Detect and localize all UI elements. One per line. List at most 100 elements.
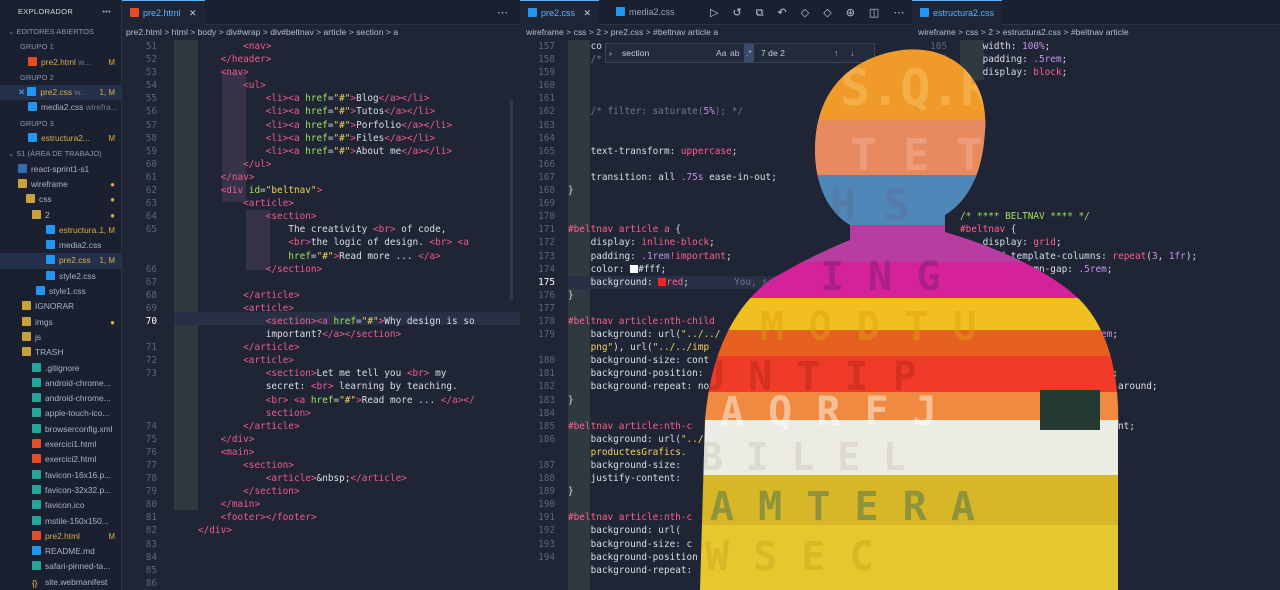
open-editor-estructura2[interactable]: estructura2... M bbox=[0, 131, 121, 146]
tree-item[interactable]: react-sprint1-s1 bbox=[0, 162, 121, 177]
tab-pre2-css[interactable]: pre2.css ✕ bbox=[520, 0, 600, 25]
editor-3-tabbar: estructura2.css bbox=[912, 0, 1280, 25]
arrow-down-icon[interactable]: ↓ bbox=[850, 44, 854, 62]
image-file-icon bbox=[32, 408, 41, 418]
editor-3-pane[interactable]: 105 106 107 width: 100%; padding: .5rem; d… bbox=[912, 40, 1280, 590]
previous-change-icon[interactable]: ↶ bbox=[778, 6, 801, 19]
tree-item[interactable]: favicon-16x16.p... bbox=[0, 468, 121, 483]
sync-icon[interactable]: ⊛ bbox=[846, 6, 869, 19]
open-editor-pre2-css[interactable]: ✕ pre2.css w... 1, M bbox=[0, 85, 121, 101]
line-number: 68 bbox=[145, 289, 157, 301]
match-case-toggle[interactable]: Aa bbox=[716, 44, 727, 62]
file-icon bbox=[32, 423, 41, 433]
line-number: 161 bbox=[538, 93, 555, 105]
arrow-up-icon[interactable]: ↑ bbox=[834, 44, 838, 62]
editor-toolbar[interactable]: ▷↺⧉↶◇◇⊛◫⋯ bbox=[710, 0, 918, 25]
history-icon[interactable]: ↺ bbox=[732, 6, 755, 19]
tree-item[interactable]: exercici2.html bbox=[0, 452, 121, 467]
scrollbar[interactable] bbox=[510, 100, 513, 300]
line-number bbox=[520, 341, 555, 354]
more-actions-icon[interactable]: ⋯ bbox=[497, 0, 508, 25]
tree-item[interactable]: .gitignore bbox=[0, 361, 121, 376]
tree-item[interactable]: favicon.ico bbox=[0, 498, 121, 513]
line-number: 157 bbox=[538, 41, 555, 52]
tree-item[interactable]: 2 ● bbox=[0, 208, 121, 223]
line-number: 76 bbox=[145, 446, 157, 458]
line-number: 83 bbox=[145, 538, 157, 550]
close-icon[interactable]: ✕ bbox=[584, 8, 592, 18]
run-icon[interactable]: ▷ bbox=[710, 6, 732, 19]
git-status-badge: M bbox=[108, 134, 115, 144]
line-number: 106 bbox=[930, 54, 947, 66]
close-icon[interactable]: ✕ bbox=[189, 8, 197, 18]
color-swatch[interactable] bbox=[630, 264, 639, 273]
tree-item-label: pre2.html bbox=[45, 530, 80, 541]
workspace-header[interactable]: ⌄ S1 (ÁREA DE TRABAJO) bbox=[0, 146, 121, 161]
more-actions-icon[interactable]: ••• bbox=[102, 0, 111, 24]
find-input[interactable]: section bbox=[618, 44, 718, 62]
line-number: 162 bbox=[538, 106, 555, 118]
find-widget[interactable]: › section Aa ab .* 7 de 2 ↑ ↓ bbox=[605, 43, 875, 63]
line-number: 175 bbox=[538, 276, 555, 288]
css-code[interactable]: width: 100%; padding: .5rem; display: bl… bbox=[960, 40, 1197, 446]
folder-open-icon bbox=[26, 194, 35, 204]
line-number: 64 bbox=[145, 211, 157, 223]
tree-item[interactable]: media2.css bbox=[0, 238, 121, 253]
tab-pre2-html[interactable]: pre2.html ✕ bbox=[122, 0, 205, 25]
chevron-right-icon[interactable]: › bbox=[609, 44, 612, 62]
line-number: 160 bbox=[538, 80, 555, 92]
open-editors-header[interactable]: ⌄ EDITORES ABIERTOS bbox=[0, 24, 121, 39]
line-number: 169 bbox=[538, 198, 555, 210]
tab-estructura2-css[interactable]: estructura2.css bbox=[912, 0, 1003, 25]
open-editor-media2-css[interactable]: media2.css wirefra... bbox=[0, 100, 121, 115]
tree-item[interactable]: TRASH bbox=[0, 345, 121, 360]
tree-item[interactable]: browserconfig.xml bbox=[0, 422, 121, 437]
tree-item[interactable]: style2.css bbox=[0, 269, 121, 284]
image-file-icon bbox=[32, 515, 41, 525]
tree-item[interactable]: safari-pinned-ta... bbox=[0, 559, 121, 574]
tree-item[interactable]: exercici1.html bbox=[0, 437, 121, 452]
tree-item[interactable]: IGNORAR bbox=[0, 299, 121, 314]
editor-1-pane[interactable]: 51 52 53 54 55 56 57 58 59 60 61 62 63 64 65 66 67 68 69 70… bbox=[122, 40, 520, 590]
next-change-icon[interactable]: ◇ bbox=[801, 6, 823, 19]
tree-item-label: js bbox=[35, 331, 42, 342]
tree-item[interactable]: wireframe ● bbox=[0, 177, 121, 192]
breadcrumb[interactable]: pre2.html > html > body > div#wrap > div… bbox=[126, 25, 518, 40]
tree-item[interactable]: pre2.html M bbox=[0, 529, 121, 544]
close-icon[interactable]: ✕ bbox=[18, 87, 25, 97]
tree-item[interactable]: README.md bbox=[0, 544, 121, 559]
tab-media2-css[interactable]: media2.css bbox=[608, 0, 683, 25]
tree-item[interactable]: android-chrome... bbox=[0, 376, 121, 391]
explorer-title: EXPLORADOR bbox=[18, 7, 74, 16]
tree-item[interactable]: mstile-150x150... bbox=[0, 514, 121, 529]
html-code[interactable]: <nav> </header> <nav> <ul> <li><a href="… bbox=[198, 40, 475, 590]
line-number: 173 bbox=[538, 250, 555, 262]
tree-item[interactable]: pre2.css 1, M bbox=[0, 253, 121, 269]
match-count: 7 de 2 bbox=[761, 48, 785, 58]
tree-item[interactable]: css ● bbox=[0, 192, 121, 207]
tree-item-label: imgs bbox=[35, 316, 53, 327]
diff-icon[interactable]: ◇ bbox=[823, 6, 845, 19]
compare-icon[interactable]: ⧉ bbox=[756, 6, 778, 19]
breadcrumb[interactable]: wireframe > css > 2 > estructura2.css > … bbox=[918, 25, 1278, 40]
tree-item[interactable]: {} site.webmanifest bbox=[0, 575, 121, 590]
tree-item[interactable]: estructura... 1, M bbox=[0, 223, 121, 238]
tree-item[interactable]: android-chrome... bbox=[0, 391, 121, 406]
git-status-badge: M bbox=[108, 57, 115, 67]
tree-item[interactable]: js bbox=[0, 330, 121, 345]
tree-item[interactable]: imgs ● bbox=[0, 315, 121, 330]
tree-item-label: TRASH bbox=[35, 347, 64, 358]
css-file-icon bbox=[528, 8, 537, 17]
tree-item[interactable]: style1.css bbox=[0, 284, 121, 299]
open-editor-pre2-html[interactable]: pre2.html w... M bbox=[0, 55, 121, 70]
line-number: 180 bbox=[538, 355, 555, 367]
whole-word-toggle[interactable]: ab bbox=[730, 44, 740, 62]
split-editor-icon[interactable]: ◫ bbox=[869, 6, 893, 19]
line-number: 164 bbox=[538, 132, 555, 144]
breadcrumb[interactable]: wireframe > css > 2 > pre2.css > #beltna… bbox=[526, 25, 912, 40]
tree-item[interactable]: apple-touch-ico... bbox=[0, 406, 121, 421]
tree-item[interactable]: favicon-32x32.p... bbox=[0, 483, 121, 498]
regex-toggle[interactable]: .* bbox=[744, 44, 754, 62]
css-code[interactable]: co /* /* filter: saturate(5%); */ text-t… bbox=[568, 40, 777, 577]
editor-2-pane[interactable]: 157 158 159 160 161 162 163 164 165 166 167 168 169 1… bbox=[520, 40, 912, 590]
